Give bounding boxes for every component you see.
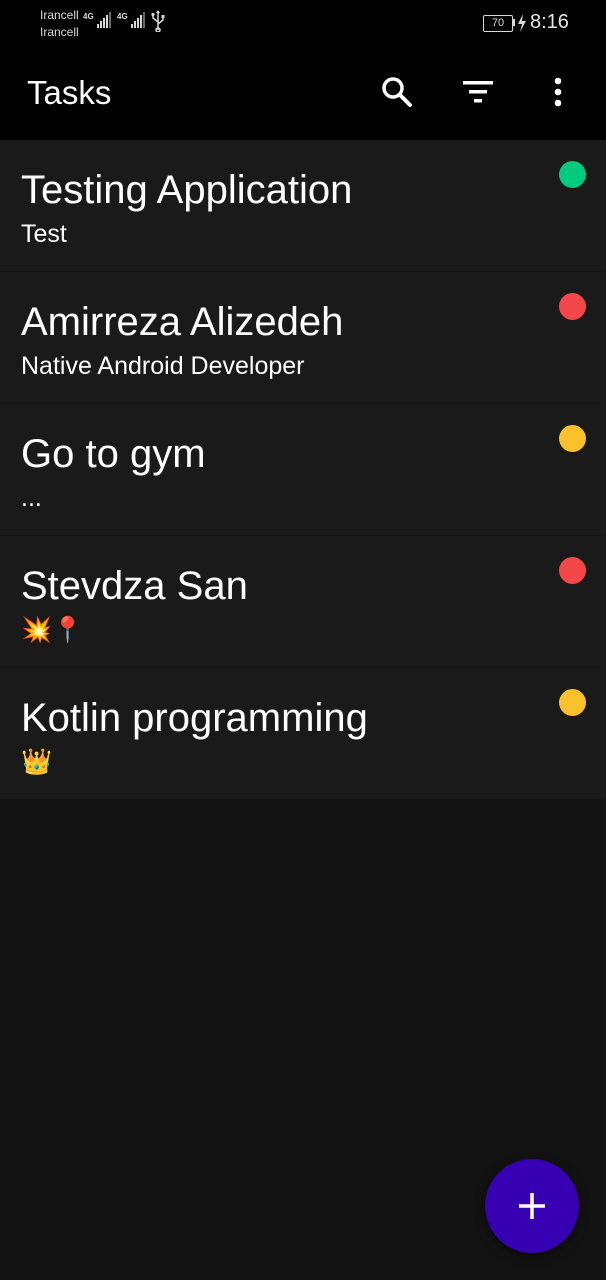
priority-indicator <box>559 557 586 584</box>
carrier-names: Irancell Irancell <box>40 7 79 41</box>
task-item[interactable]: Stevdza San 💥📍 <box>0 536 606 668</box>
task-item[interactable]: Testing Application Test <box>0 140 606 272</box>
task-description: Native Android Developer <box>21 352 305 380</box>
priority-indicator <box>559 689 586 716</box>
task-description: 👑 <box>21 748 53 776</box>
task-description: Test <box>21 220 67 248</box>
page-title: Tasks <box>27 74 112 111</box>
task-title: Amirreza Alizedeh <box>21 300 344 344</box>
task-title: Testing Application <box>21 168 353 212</box>
add-task-button[interactable] <box>485 1159 579 1253</box>
priority-indicator <box>559 293 586 320</box>
usb-icon <box>151 10 165 32</box>
task-item[interactable]: Go to gym ... <box>0 404 606 536</box>
app-bar: Tasks <box>0 48 606 140</box>
signal-icon: 4G <box>117 12 145 28</box>
filter-icon <box>463 81 493 103</box>
search-button[interactable] <box>377 72 417 112</box>
task-description: 💥📍 <box>21 616 84 644</box>
priority-indicator <box>559 425 586 452</box>
more-vert-icon <box>554 77 562 107</box>
priority-indicator <box>559 161 586 188</box>
more-options-button[interactable] <box>538 72 578 112</box>
task-item[interactable]: Kotlin programming 👑 <box>0 668 606 800</box>
network-type-1: 4G <box>83 12 94 21</box>
clock: 8:16 <box>530 11 569 33</box>
status-bar: Irancell Irancell 4G 4G 70 8:16 <box>0 0 606 48</box>
battery-tip <box>513 19 515 26</box>
filter-button[interactable] <box>458 72 498 112</box>
task-list: Testing Application Test Amirreza Alized… <box>0 140 606 800</box>
battery-icon: 70 <box>483 15 513 32</box>
search-icon <box>382 77 412 107</box>
carrier-1: Irancell <box>40 8 79 22</box>
task-title: Stevdza San <box>21 564 248 608</box>
task-description: ... <box>21 484 42 512</box>
add-icon <box>519 1193 545 1219</box>
task-title: Kotlin programming <box>21 696 368 740</box>
carrier-2: Irancell <box>40 25 79 39</box>
charging-icon <box>518 14 526 32</box>
signal-icon: 4G <box>83 12 111 28</box>
network-type-2: 4G <box>117 12 128 21</box>
task-item[interactable]: Amirreza Alizedeh Native Android Develop… <box>0 272 606 404</box>
task-title: Go to gym <box>21 432 206 476</box>
